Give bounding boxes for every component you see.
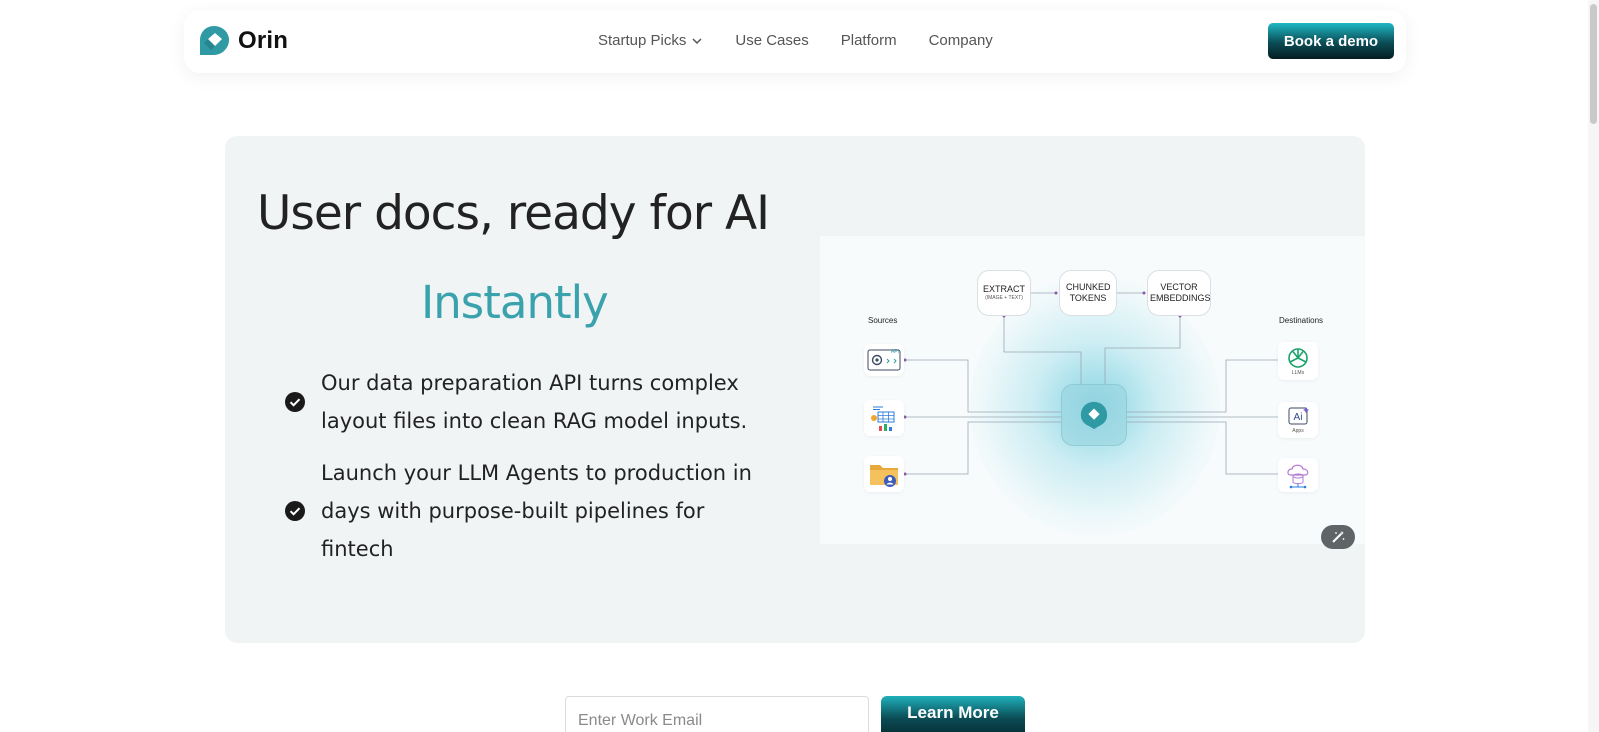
- check-circle-icon: [285, 501, 305, 521]
- api-gear-icon: API: [864, 344, 904, 376]
- step-label: CHUNKED TOKENS: [1066, 282, 1111, 303]
- orin-logo-icon: [200, 26, 229, 55]
- hero-bullet: Our data preparation API turns complex l…: [285, 364, 761, 440]
- icon-caption: Apps: [1292, 428, 1304, 434]
- diagram-step-vector-embeddings: VECTOR EMBEDDINGS: [1147, 270, 1211, 316]
- icon-caption: API: [890, 349, 899, 355]
- image-magic-button[interactable]: [1321, 525, 1355, 549]
- nav-item-label: Startup Picks: [598, 32, 687, 49]
- diagram-step-chunked-tokens: CHUNKED TOKENS: [1059, 270, 1117, 316]
- orin-hub-node: [1061, 384, 1127, 446]
- nav-platform[interactable]: Platform: [841, 32, 897, 49]
- scrollbar-thumb[interactable]: [1590, 4, 1597, 124]
- step-label: EXTRACT: [982, 284, 1025, 294]
- step-label: VECTOR EMBEDDINGS: [1150, 282, 1211, 303]
- magic-wand-icon: [1332, 531, 1345, 543]
- svg-text:Ai: Ai: [1294, 412, 1303, 423]
- brand-name: Orin: [238, 27, 289, 54]
- work-email-input[interactable]: [565, 696, 869, 732]
- hero-title: User docs, ready for AI: [257, 186, 770, 241]
- nav-item-label: Company: [928, 32, 993, 49]
- nav-item-label: Use Cases: [735, 32, 809, 49]
- learn-more-button[interactable]: Learn More: [881, 696, 1025, 732]
- nav-startup-picks[interactable]: Startup Picks: [598, 32, 703, 49]
- hero-section: User docs, ready for AI Instantly Our da…: [225, 136, 1365, 643]
- nav-company[interactable]: Company: [929, 32, 993, 49]
- nav-use-cases[interactable]: Use Cases: [735, 32, 808, 49]
- bullet-text: Our data preparation API turns complex l…: [321, 371, 748, 433]
- check-circle-icon: [285, 392, 305, 412]
- hero-accent-text: Instantly: [421, 276, 609, 329]
- diagram-step-extract: EXTRACT (IMAGE + TEXT): [977, 270, 1031, 316]
- openai-icon: LLMs: [1278, 342, 1318, 380]
- bullet-text: Launch your LLM Agents to production in …: [321, 461, 752, 561]
- main-nav: Startup Picks Use Cases Platform Company: [598, 32, 993, 49]
- sources-label: Sources: [868, 316, 898, 325]
- folder-user-icon: [864, 456, 904, 492]
- icon-caption: LLMs: [1291, 370, 1305, 376]
- ai-apps-icon: Ai Apps: [1278, 402, 1318, 438]
- nav-item-label: Platform: [840, 32, 897, 49]
- step-sublabel: (IMAGE + TEXT): [985, 295, 1023, 301]
- destinations-label: Destinations: [1279, 316, 1324, 325]
- spreadsheet-chart-icon: [864, 400, 904, 436]
- chevron-down-icon: [692, 37, 702, 44]
- pipeline-diagram: EXTRACT (IMAGE + TEXT) CHUNKED TOKENS VE…: [820, 236, 1365, 544]
- learn-more-label: Learn More: [907, 703, 999, 722]
- brand-logo[interactable]: Orin: [198, 25, 288, 57]
- cloud-database-icon: [1278, 458, 1318, 492]
- top-navbar: Orin Startup Picks Use Cases Platform Co…: [184, 10, 1406, 73]
- book-demo-button[interactable]: Book a demo: [1268, 23, 1394, 59]
- hero-bullet: Launch your LLM Agents to production in …: [285, 454, 761, 568]
- page-scrollbar[interactable]: [1588, 0, 1599, 732]
- orin-logo-icon: [1080, 401, 1108, 430]
